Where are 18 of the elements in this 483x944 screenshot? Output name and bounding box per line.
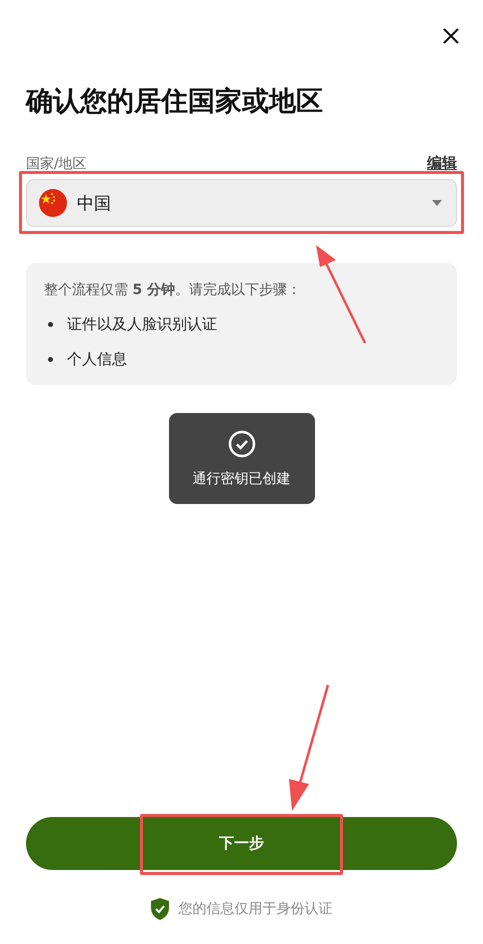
page-title: 确认您的居住国家或地区 xyxy=(26,85,324,119)
close-button[interactable] xyxy=(441,26,461,46)
close-icon xyxy=(441,26,461,46)
flag-icon xyxy=(39,189,67,217)
bullet-icon xyxy=(48,322,53,327)
next-button[interactable]: 下一步 xyxy=(26,817,457,870)
bullet-icon xyxy=(48,357,53,362)
toast-message: 通行密钥已创建 xyxy=(192,470,290,488)
check-circle-icon xyxy=(228,430,256,458)
step-text: 证件以及人脸识别认证 xyxy=(67,315,217,334)
privacy-note: 您的信息仅用于身份认证 xyxy=(178,900,332,918)
edit-link[interactable]: 编辑 xyxy=(427,154,457,173)
field-label: 国家/地区 xyxy=(26,155,87,173)
caret-icon xyxy=(432,200,442,206)
intro-text: 整个流程仅需 5 分钟。请完成以下步骤： xyxy=(44,281,302,299)
step-text: 个人信息 xyxy=(67,350,127,369)
shield-check-icon xyxy=(150,898,168,920)
country-select[interactable]: 中国 xyxy=(26,179,457,227)
